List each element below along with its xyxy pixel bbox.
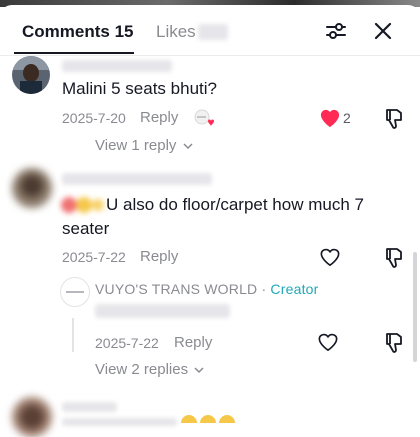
thread-line bbox=[72, 318, 74, 352]
comment-text: Malini 5 seats bhuti? bbox=[62, 79, 217, 98]
like-count: 2 bbox=[343, 110, 351, 126]
creator-name: VUYO'S TRANS WORLD bbox=[95, 281, 258, 297]
view-replies-label: View 1 reply bbox=[95, 137, 177, 154]
reply-button[interactable]: Reply bbox=[174, 334, 212, 351]
tab-likes[interactable]: Likes bbox=[156, 22, 196, 42]
close-icon[interactable] bbox=[371, 19, 395, 43]
reply-button[interactable]: Reply bbox=[140, 248, 178, 265]
username-redacted bbox=[62, 402, 117, 412]
scrollbar[interactable] bbox=[413, 252, 417, 362]
comments-header: Comments 15 Likes bbox=[0, 5, 420, 56]
view-replies-button[interactable]: View 1 reply bbox=[95, 137, 193, 154]
love-sticker-icon bbox=[193, 109, 217, 129]
reply-button[interactable]: Reply bbox=[140, 109, 178, 126]
avatar[interactable] bbox=[12, 168, 52, 208]
username-redacted bbox=[62, 173, 212, 185]
dislike-icon[interactable] bbox=[384, 332, 404, 354]
view-replies-label: View 2 replies bbox=[95, 361, 189, 378]
view-replies-button[interactable]: View 2 replies bbox=[95, 361, 204, 378]
tab-comments[interactable]: Comments 15 bbox=[22, 22, 133, 42]
active-tab-indicator bbox=[14, 52, 134, 54]
username-redacted bbox=[62, 60, 172, 72]
heart-icon[interactable] bbox=[317, 332, 339, 352]
dislike-icon[interactable] bbox=[384, 108, 404, 130]
heart-icon[interactable] bbox=[319, 247, 341, 267]
reply-date: 2025-7-22 bbox=[95, 335, 159, 351]
reply-text-redacted bbox=[95, 304, 230, 318]
creator-avatar[interactable] bbox=[60, 277, 90, 307]
creator-name-line[interactable]: VUYO'S TRANS WORLD · Creator bbox=[95, 281, 319, 297]
comment-text: U also do floor/carpet how much 7 seater bbox=[62, 195, 364, 238]
likes-count-redacted bbox=[198, 24, 228, 40]
filter-icon[interactable] bbox=[324, 19, 348, 43]
chevron-down-icon bbox=[194, 367, 204, 374]
comment-date: 2025-7-20 bbox=[62, 110, 126, 126]
chevron-down-icon bbox=[183, 143, 193, 150]
heart-icon[interactable] bbox=[319, 108, 341, 128]
emoji-row bbox=[180, 414, 240, 423]
dislike-icon[interactable] bbox=[384, 247, 404, 269]
comment-date: 2025-7-22 bbox=[62, 249, 126, 265]
creator-badge: Creator bbox=[270, 281, 319, 297]
name-separator: · bbox=[257, 281, 271, 297]
avatar[interactable] bbox=[12, 397, 52, 437]
comment-text-redacted bbox=[62, 418, 177, 426]
avatar[interactable] bbox=[12, 56, 50, 94]
